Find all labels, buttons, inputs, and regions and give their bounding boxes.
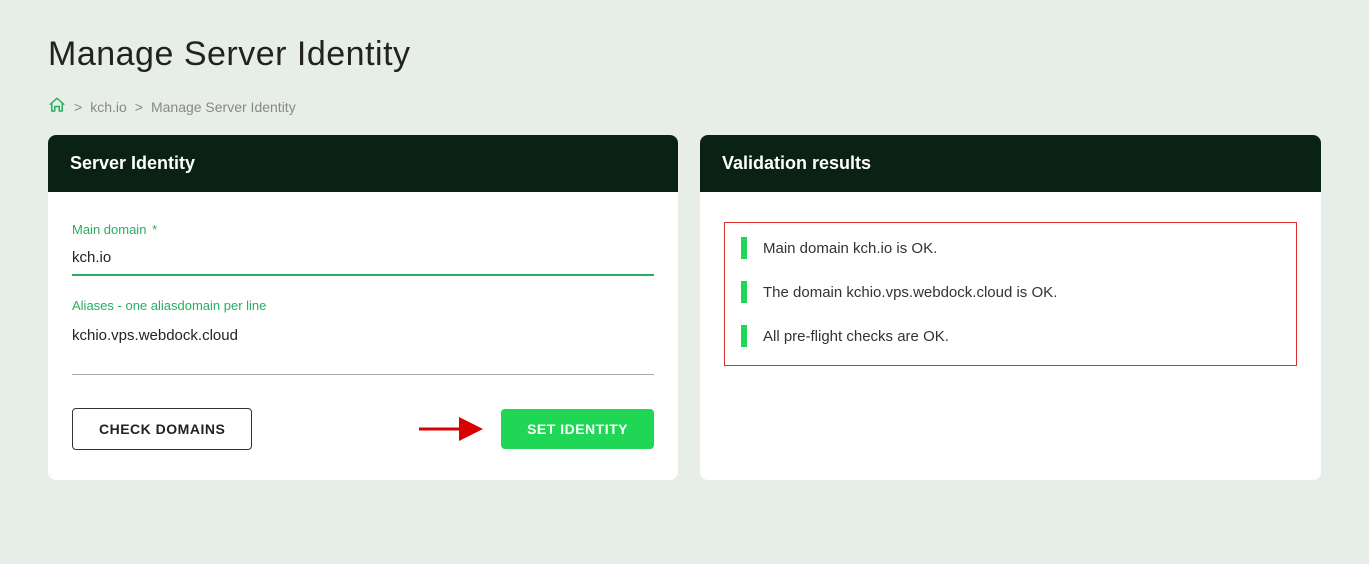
main-domain-input[interactable] xyxy=(72,243,654,276)
validation-result: All pre-flight checks are OK. xyxy=(741,325,1280,347)
breadcrumb: > kch.io > Manage Server Identity xyxy=(48,96,1321,117)
aliases-label: Aliases - one aliasdomain per line xyxy=(72,298,654,313)
card-header-validation: Validation results xyxy=(700,135,1321,192)
page-title: Manage Server Identity xyxy=(48,35,1321,74)
validation-text: The domain kchio.vps.webdock.cloud is OK… xyxy=(763,284,1057,301)
validation-result: Main domain kch.io is OK. xyxy=(741,237,1280,259)
check-domains-button[interactable]: Check Domains xyxy=(72,408,252,450)
breadcrumb-separator: > xyxy=(135,99,143,115)
status-ok-icon xyxy=(741,281,747,303)
validation-text: Main domain kch.io is OK. xyxy=(763,240,937,257)
status-ok-icon xyxy=(741,237,747,259)
breadcrumb-current: Manage Server Identity xyxy=(151,99,296,115)
home-icon[interactable] xyxy=(48,96,66,117)
card-validation-results: Validation results Main domain kch.io is… xyxy=(700,135,1321,480)
status-ok-icon xyxy=(741,325,747,347)
breadcrumb-separator: > xyxy=(74,99,82,115)
card-server-identity: Server Identity Main domain * Aliases - … xyxy=(48,135,678,480)
annotation-arrow xyxy=(252,417,501,441)
validation-result: The domain kchio.vps.webdock.cloud is OK… xyxy=(741,281,1280,303)
main-domain-label: Main domain * xyxy=(72,222,654,237)
set-identity-button[interactable]: Set Identity xyxy=(501,409,654,449)
card-header-identity: Server Identity xyxy=(48,135,678,192)
validation-highlight-box: Main domain kch.io is OK. The domain kch… xyxy=(724,222,1297,366)
validation-text: All pre-flight checks are OK. xyxy=(763,328,949,345)
aliases-textarea[interactable]: kchio.vps.webdock.cloud xyxy=(72,319,654,375)
breadcrumb-link-domain[interactable]: kch.io xyxy=(90,99,127,115)
